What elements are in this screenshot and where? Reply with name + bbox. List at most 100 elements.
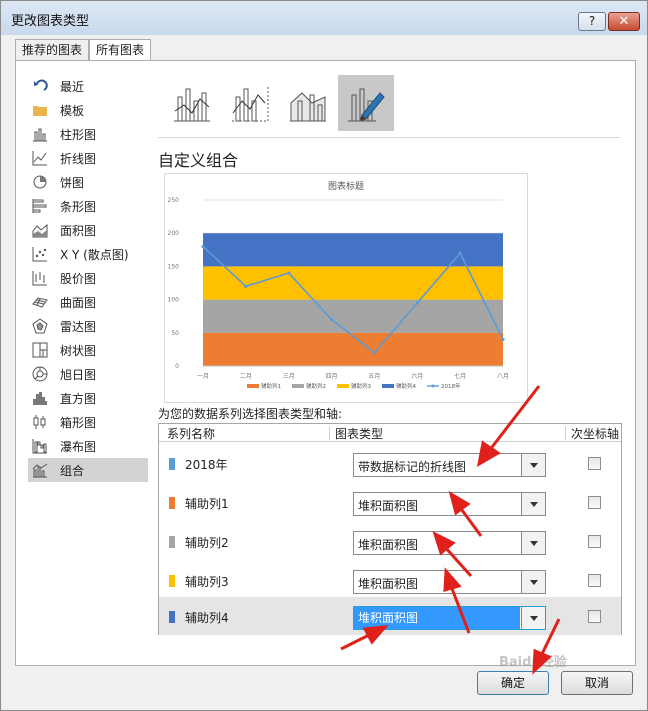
sidebar-item-area[interactable]: 面积图 [28, 218, 148, 242]
radar-chart-icon [32, 318, 48, 334]
secondary-axis-checkbox[interactable] [588, 574, 601, 587]
help-button[interactable]: ? [578, 12, 606, 31]
section-divider [158, 137, 620, 138]
chart-type-select[interactable]: 堆积面积图 [353, 606, 546, 630]
line-point [372, 351, 377, 355]
sidebar-item-bar[interactable]: 条形图 [28, 194, 148, 218]
sidebar-item-column[interactable]: 柱形图 [28, 122, 148, 146]
column-chart-icon [32, 126, 48, 142]
undo-icon [32, 78, 48, 94]
combo-chart-icon [32, 462, 48, 478]
sidebar-item-stock[interactable]: 股价图 [28, 266, 148, 290]
subtype-column-line-secondary-axis[interactable] [222, 75, 278, 131]
sidebar-item-surface[interactable]: 曲面图 [28, 290, 148, 314]
sidebar-item-combo[interactable]: 组合 [28, 458, 148, 482]
series-row-helper1: 辅助列1 堆积面积图 [159, 483, 621, 521]
sidebar-item-box-whisker[interactable]: 箱形图 [28, 410, 148, 434]
dropdown-arrow-icon[interactable] [521, 532, 545, 554]
y-tick-label: 150 [168, 263, 180, 270]
chart-type-select[interactable]: 堆积面积图 [353, 570, 546, 594]
sidebar-item-treemap[interactable]: 树状图 [28, 338, 148, 362]
secondary-axis-checkbox[interactable] [588, 496, 601, 509]
sidebar-item-label: 折线图 [60, 151, 97, 166]
x-tick-label: 四月 [326, 373, 338, 380]
series-name: 辅助列2 [185, 536, 229, 550]
sidebar-item-histogram[interactable]: 直方图 [28, 386, 148, 410]
chart-type-select[interactable]: 堆积面积图 [353, 492, 546, 516]
area-series-辅助列3 [203, 266, 503, 300]
series-color-swatch [169, 458, 175, 470]
line-point [287, 271, 291, 275]
subtype-stacked-area-column[interactable] [280, 75, 336, 131]
sidebar-item-label: 树状图 [60, 343, 97, 358]
ok-button[interactable]: 确定 [477, 671, 549, 695]
sunburst-icon [32, 366, 48, 382]
clustered-column-line-icon [174, 88, 210, 122]
change-chart-type-dialog: 更改图表类型 ? ✕ 推荐的图表 所有图表 最近 模板 柱形图 折线图 饼图 条… [0, 0, 648, 711]
series-color-swatch [169, 536, 175, 548]
sidebar-item-scatter[interactable]: X Y (散点图) [28, 242, 148, 266]
legend-swatch [292, 384, 304, 388]
legend-swatch [247, 384, 259, 388]
sidebar-item-label: 饼图 [60, 175, 85, 190]
header-secondary-axis: 次坐标轴 [571, 427, 620, 441]
tab-recommended-charts[interactable]: 推荐的图表 [15, 39, 90, 61]
sidebar-item-label: 直方图 [60, 391, 97, 406]
dropdown-arrow-icon[interactable] [521, 571, 545, 593]
sidebar-item-label: 组合 [60, 463, 85, 478]
close-button[interactable]: ✕ [608, 12, 640, 31]
chart-type-value: 堆积面积图 [358, 577, 419, 591]
dropdown-arrow-icon[interactable] [521, 454, 545, 476]
y-tick-label: 0 [175, 363, 179, 370]
subtype-custom-combination[interactable] [338, 75, 394, 131]
header-separator [565, 426, 566, 440]
sidebar-item-label: X Y (散点图) [60, 247, 129, 262]
chart-type-select[interactable]: 带数据标记的折线图 [353, 453, 546, 477]
y-tick-label: 100 [168, 297, 180, 304]
sidebar-item-label: 模板 [60, 103, 85, 118]
subtype-clustered-column-line[interactable] [164, 75, 220, 131]
series-color-swatch [169, 575, 175, 587]
sidebar-item-templates[interactable]: 模板 [28, 98, 148, 122]
sidebar-item-recent[interactable]: 最近 [28, 74, 148, 98]
series-caption: 为您的数据系列选择图表类型和轴: [158, 407, 343, 421]
pie-chart-icon [32, 174, 48, 190]
sidebar-item-pie[interactable]: 饼图 [28, 170, 148, 194]
bar-chart-icon [32, 198, 48, 214]
sidebar-item-line[interactable]: 折线图 [28, 146, 148, 170]
area-series-辅助列1 [203, 332, 503, 366]
sidebar-item-label: 股价图 [60, 271, 97, 286]
secondary-axis-checkbox[interactable] [588, 535, 601, 548]
secondary-axis-checkbox[interactable] [588, 610, 601, 623]
dropdown-arrow-icon[interactable] [521, 607, 545, 629]
watermark: Baidu经验 [499, 655, 567, 670]
waterfall-icon [32, 438, 48, 454]
chart-type-select[interactable]: 堆积面积图 [353, 531, 546, 555]
dropdown-arrow-icon[interactable] [521, 493, 545, 515]
stock-chart-icon [32, 270, 48, 286]
legend-label: 辅助列3 [351, 382, 372, 390]
line-point [244, 284, 248, 288]
sidebar-item-waterfall[interactable]: 瀑布图 [28, 434, 148, 458]
sidebar-item-sunburst[interactable]: 旭日图 [28, 362, 148, 386]
chart-preview: 图表标题 0 50 100 150 200 250 一月 二月 三月 四月 五月 六月 七月 八月 辅助列1 辅… [164, 173, 528, 403]
combo-chart-svg: 图表标题 0 50 100 150 200 250 一月 二月 三月 四月 五月 六月 七月 八月辅助列1 辅… [168, 180, 509, 390]
tab-all-charts[interactable]: 所有图表 [89, 39, 152, 62]
area-series-辅助列4 [203, 233, 503, 267]
series-table: 系列名称 图表类型 次坐标轴 2018年 带数据标记的折线图 辅助列1 堆积面积… [158, 423, 622, 635]
stacked-area-column-icon [290, 92, 326, 122]
x-tick-label: 七月 [454, 372, 466, 380]
y-tick-label: 200 [168, 230, 180, 237]
secondary-axis-checkbox[interactable] [588, 457, 601, 470]
sidebar-item-radar[interactable]: 雷达图 [28, 314, 148, 338]
cancel-button[interactable]: 取消 [561, 671, 633, 695]
histogram-icon [32, 390, 48, 406]
line-point [329, 317, 334, 322]
legend-label: 辅助列2 [306, 382, 326, 390]
chart-type-value: 堆积面积图 [358, 538, 419, 552]
header-chart-type: 图表类型 [335, 427, 384, 441]
dialog-title: 更改图表类型 [11, 14, 90, 29]
legend-swatch [382, 384, 394, 388]
x-tick-label: 五月 [368, 373, 380, 380]
section-title: 自定义组合 [158, 151, 239, 170]
